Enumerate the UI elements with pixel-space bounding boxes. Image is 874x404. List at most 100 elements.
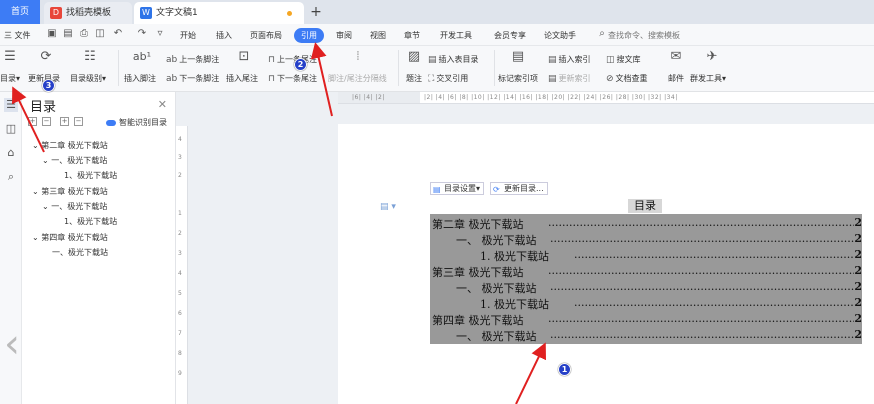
next-footnote-button[interactable]: ab 下一条脚注 xyxy=(166,73,219,84)
horizontal-ruler[interactable]: |6| |4| |2| |2| |4| |6| |8| |10| |12| |1… xyxy=(338,92,874,104)
save-icon[interactable]: ▣ xyxy=(46,28,58,40)
tab-template-label: 找稻壳模板 xyxy=(66,8,112,18)
cross-reference-button[interactable]: ⛶ 交叉引用 xyxy=(428,73,468,84)
mass-tools-button[interactable]: 群发工具▾ xyxy=(690,73,726,84)
mail-icon: ✉ xyxy=(670,49,682,64)
insert-footnote-button[interactable]: 插入脚注 xyxy=(124,73,156,84)
command-search[interactable]: 查找命令、搜索模板 xyxy=(608,28,680,43)
menu-section[interactable]: 章节 xyxy=(404,28,420,43)
toc-pane-item[interactable]: 1、极光下载站 xyxy=(64,217,117,227)
menu-bar: 三 文件 ▣ ▤ ⎙ ◫ ↶ ↷ ▿ 开始 插入 页面布局 引用 审阅 视图 章… xyxy=(0,24,874,46)
insert-endnote-button[interactable]: 插入尾注 xyxy=(226,73,258,84)
toc-pane-item[interactable]: ⌄ 第二章 极光下载站 xyxy=(32,141,108,151)
toc-line[interactable]: 1. 极光下载站 ...............................… xyxy=(430,295,862,312)
customize-icon[interactable]: ▿ xyxy=(154,28,166,40)
toc-pane-title: 目录 xyxy=(30,100,57,115)
redo-icon[interactable]: ↷ xyxy=(136,28,148,40)
mass-send-icon: ✈ xyxy=(706,49,718,64)
toc-line[interactable]: 第四章 极光下载站 ..............................… xyxy=(430,311,862,328)
paragraph-handle-icon[interactable]: ▤ ▾ xyxy=(380,202,396,212)
next-endnote-icon: ⊓ xyxy=(268,74,276,84)
update-toc-field-button[interactable]: ⟳ 更新目录... xyxy=(490,182,548,195)
smart-toggle-icon xyxy=(106,119,116,126)
toc-pane: 目录 ✕ + − + − 智能识别目录 ⌄ 第二章 极光下载站 ⌄ 一、极光下载… xyxy=(22,92,176,404)
search-library-button[interactable]: ◫ 搜文库 xyxy=(606,54,641,65)
mark-index-button[interactable]: 标记索引项 xyxy=(498,73,538,84)
close-icon[interactable]: ✕ xyxy=(158,98,167,111)
collapse-chevron-icon[interactable]: ‹ xyxy=(4,324,20,364)
toc-pane-item[interactable]: ⌄ 一、极光下载站 xyxy=(42,156,107,166)
add-item-icon[interactable]: + xyxy=(60,117,69,126)
toc-pane-item[interactable]: 1、极光下载站 xyxy=(64,171,117,181)
next-endnote-button[interactable]: ⊓ 下一条尾注 xyxy=(268,73,317,84)
expand-all-icon[interactable]: + xyxy=(28,117,37,126)
update-index-button[interactable]: ▤ 更新索引 xyxy=(548,73,591,84)
prev-footnote-button[interactable]: ab 上一条脚注 xyxy=(166,54,219,65)
vertical-ruler[interactable]: 432 123 456 789 xyxy=(176,126,188,404)
toc-level-icon: ☷ xyxy=(84,49,96,64)
toc-line[interactable]: 第二章 极光下载站 ..............................… xyxy=(430,215,862,232)
tab-template[interactable]: D 找稻壳模板 xyxy=(44,2,132,24)
toc-settings-button[interactable]: ▤ 目录设置▾ xyxy=(430,182,485,195)
docer-icon: D xyxy=(50,7,62,19)
mark-index-icon: ▤ xyxy=(511,49,525,64)
menu-references[interactable]: 引用 xyxy=(294,28,324,43)
find-icon[interactable]: ⌕ xyxy=(4,170,18,184)
menu-insert[interactable]: 插入 xyxy=(216,28,232,43)
remove-item-icon[interactable]: − xyxy=(74,117,83,126)
separator-line-icon: ⁞ xyxy=(355,49,361,64)
prev-footnote-icon: ab xyxy=(166,55,178,65)
menu-paper[interactable]: 论文助手 xyxy=(544,28,576,43)
ribbon-divider xyxy=(398,50,399,86)
toc-pane-item[interactable]: ⌄ 一、极光下载站 xyxy=(42,202,107,212)
toc-level-button[interactable]: 目录级别▾ xyxy=(70,73,106,84)
update-toc-icon: ⟳ xyxy=(40,49,52,64)
tab-home[interactable]: 首页 xyxy=(0,0,40,24)
mail-button[interactable]: 邮件 xyxy=(668,73,684,84)
print-icon[interactable]: ⎙ xyxy=(78,28,90,40)
toc-pane-item[interactable]: ⌄ 第四章 极光下载站 xyxy=(32,233,108,243)
menu-home[interactable]: 开始 xyxy=(180,28,196,43)
prev-endnote-icon: ⊓ xyxy=(268,55,276,65)
tab-document[interactable]: W 文字文稿1 xyxy=(134,2,304,24)
footnote-separator-button[interactable]: 脚注/尾注分隔线 xyxy=(328,73,387,84)
doc-check-button[interactable]: ⊘ 文档查重 xyxy=(606,73,648,84)
next-footnote-icon: ab xyxy=(166,74,178,84)
toc-line[interactable]: 一、 极光下载站 ...............................… xyxy=(430,327,862,344)
new-tab-button[interactable]: + xyxy=(306,2,326,22)
collapse-all-icon[interactable]: − xyxy=(42,117,51,126)
chapter-nav-icon[interactable]: ◫ xyxy=(4,122,18,136)
insert-index-button[interactable]: ▤ 插入索引 xyxy=(548,54,591,65)
toc-heading: 目录 xyxy=(634,199,656,212)
preview-icon[interactable]: ◫ xyxy=(94,28,106,40)
smart-toc-button[interactable]: 智能识别目录 xyxy=(106,117,167,128)
toc-line[interactable]: 一、 极光下载站 ...............................… xyxy=(430,231,862,248)
undo-icon[interactable]: ↶ xyxy=(112,28,124,40)
toc-line[interactable]: 一、 极光下载站 ...............................… xyxy=(430,279,862,296)
bookmark-icon[interactable]: ⌂ xyxy=(4,146,18,160)
search-icon: ⌕ xyxy=(599,28,605,39)
toc-button[interactable]: 目录▾ xyxy=(0,73,20,84)
toc-nav-icon[interactable]: ☰ xyxy=(4,98,18,112)
toc-line[interactable]: 1. 极光下载站 ...............................… xyxy=(430,247,862,264)
toc-icon: ☰ xyxy=(4,49,16,64)
menu-view[interactable]: 视图 xyxy=(370,28,386,43)
toc-line[interactable]: 第三章 极光下载站 ..............................… xyxy=(430,263,862,280)
caption-button[interactable]: 题注 xyxy=(406,73,422,84)
menu-file[interactable]: 三 文件 xyxy=(4,28,31,43)
toc-pane-item[interactable]: 一、极光下载站 xyxy=(52,248,108,258)
export-icon[interactable]: ▤ xyxy=(62,28,74,40)
step-badge-3: 3 xyxy=(42,79,55,92)
tab-document-label: 文字文稿1 xyxy=(156,8,198,18)
menu-member[interactable]: 会员专享 xyxy=(494,28,526,43)
endnote-icon: ⊡ xyxy=(238,49,250,64)
prev-endnote-button[interactable]: ⊓上一条尾注 xyxy=(268,54,317,65)
toc-pane-item[interactable]: ⌄ 第三章 极光下载站 xyxy=(32,187,108,197)
insert-table-toc-button[interactable]: ▤ 插入表目录 xyxy=(428,54,479,65)
update-index-icon: ▤ xyxy=(548,74,557,84)
step-badge-1: 1 xyxy=(558,363,571,376)
menu-review[interactable]: 审阅 xyxy=(336,28,352,43)
menu-developer[interactable]: 开发工具 xyxy=(440,28,472,43)
caption-icon: ▨ xyxy=(407,49,421,64)
menu-page-layout[interactable]: 页面布局 xyxy=(250,28,282,43)
